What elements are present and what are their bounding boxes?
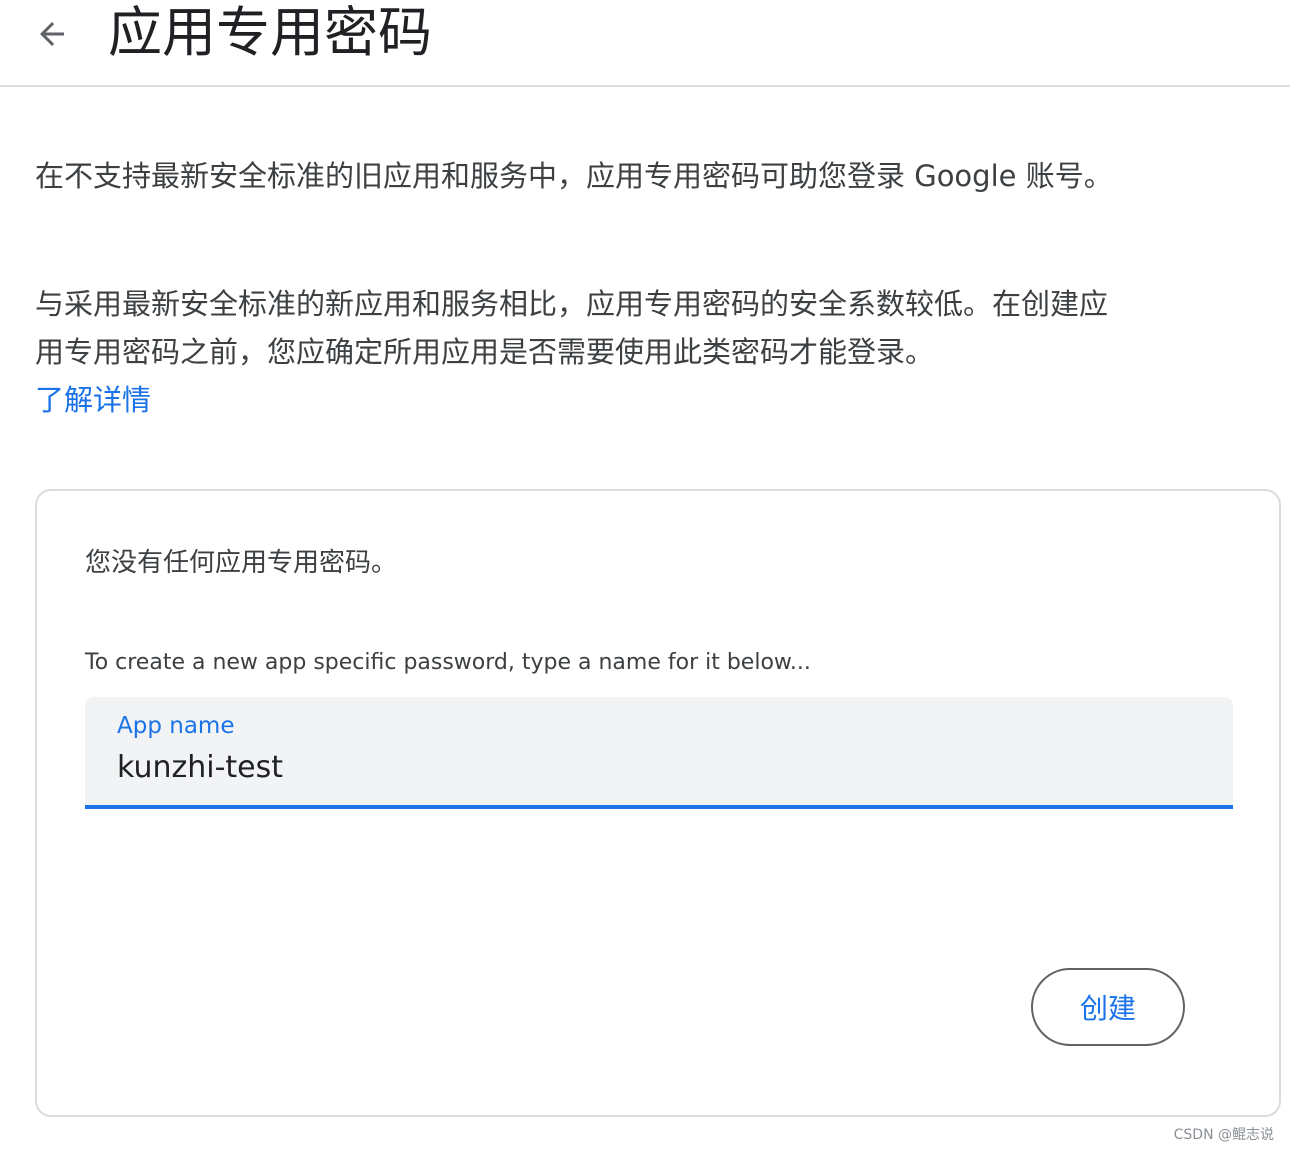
empty-state-message: 您没有任何应用专用密码。	[85, 548, 398, 578]
intro-paragraph-2-text: 与采用最新安全标准的新应用和服务相比，应用专用密码的安全系数较低。在创建应用专用…	[35, 287, 1109, 369]
app-name-input[interactable]	[115, 747, 1199, 787]
create-button[interactable]: 创建	[1031, 968, 1185, 1046]
arrow-left-icon	[40, 22, 64, 46]
watermark: CSDN @鲲志说	[1173, 1127, 1274, 1143]
intro-paragraph-1: 在不支持最新安全标准的旧应用和服务中，应用专用密码可助您登录 Google 账号…	[35, 159, 1113, 193]
create-hint-text: To create a new app specific password, t…	[85, 650, 811, 675]
page-title: 应用专用密码	[108, 1, 432, 64]
app-name-field[interactable]: App name	[85, 697, 1233, 809]
app-name-label: App name	[117, 713, 235, 739]
page-header: 应用专用密码	[0, 0, 1290, 87]
intro-paragraph-2: 与采用最新安全标准的新应用和服务相比，应用专用密码的安全系数较低。在创建应用专用…	[35, 280, 1135, 424]
learn-more-link[interactable]: 了解详情	[35, 376, 151, 424]
back-button[interactable]	[26, 8, 78, 60]
app-password-card: 您没有任何应用专用密码。 To create a new app specifi…	[35, 489, 1281, 1117]
